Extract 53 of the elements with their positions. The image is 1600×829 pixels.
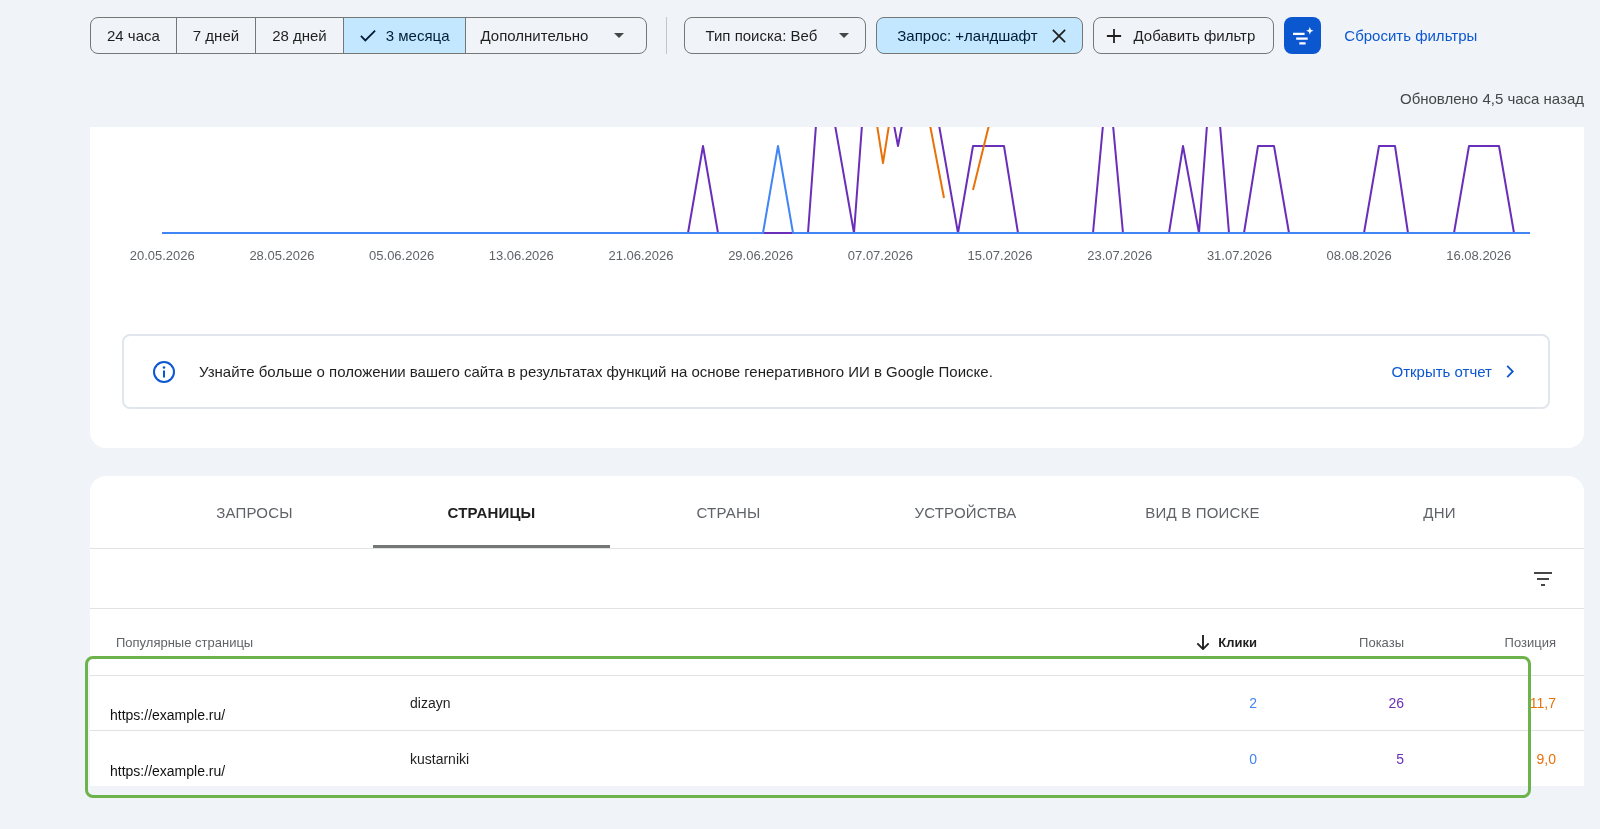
info-icon	[153, 360, 175, 383]
axis-date-label: 08.08.2026	[1325, 247, 1393, 265]
caret-down-icon	[839, 33, 850, 38]
table-cell-text: 5	[1395, 750, 1404, 767]
axis-date-label: 13.06.2026	[487, 247, 555, 265]
axis-date-label: 07.07.2026	[846, 247, 914, 265]
axis-date-label: 28.05.2026	[248, 247, 316, 265]
tab[interactable]: СТРАНИЦЫ	[373, 476, 610, 548]
updated-time-text: Обновлено 4,5 часа назад	[1400, 90, 1584, 108]
axis-date-label: 15.07.2026	[966, 247, 1034, 265]
period-option[interactable]: 3 месяца	[342, 18, 466, 53]
caret-down-icon	[614, 33, 625, 38]
tab[interactable]: ВИД В ПОИСКЕ	[1084, 476, 1321, 548]
sparkle-filter-button[interactable]	[1284, 17, 1322, 54]
table-cell-text: 26	[1387, 695, 1404, 711]
plus-icon	[1105, 27, 1122, 44]
period-option[interactable]: 24 часа	[91, 18, 176, 53]
tab[interactable]: ЗАПРОСЫ	[136, 476, 373, 548]
column-header[interactable]: Позиция	[1404, 634, 1556, 650]
period-option[interactable]: 28 дней	[255, 18, 343, 53]
column-header[interactable]: Показы	[1257, 634, 1404, 650]
table-cell-text: 0	[1248, 750, 1257, 767]
axis-date-label: 21.06.2026	[607, 247, 675, 265]
reset-filters-link[interactable]: Сбросить фильтры	[1344, 27, 1478, 44]
sparkle-filter-icon	[1291, 25, 1314, 46]
axis-date-label: 16.08.2026	[1445, 247, 1513, 265]
url-text: kustarniki	[410, 750, 470, 767]
add-filter-button[interactable]: Добавить фильтр	[1092, 17, 1275, 54]
tab[interactable]: УСТРОЙСТВА	[847, 476, 1084, 548]
arrow-down-icon	[1196, 634, 1211, 650]
tab[interactable]: ДНИ	[1321, 476, 1558, 548]
filter-icon[interactable]	[1533, 571, 1553, 586]
more-dropdown[interactable]: Дополнительно	[465, 18, 647, 53]
close-icon[interactable]	[1051, 28, 1066, 43]
banner-text: Узнайте больше о положении вашего сайта в результатах функций на основе генеративного ИИ в Google Поиске.	[199, 363, 994, 380]
chevron-right-icon	[1506, 365, 1514, 378]
table-cell-text: 2	[1248, 695, 1257, 711]
axis-date-label: 31.07.2026	[1205, 247, 1273, 265]
query-filter-chip[interactable]: Запрос: +ландшафт	[876, 17, 1083, 54]
search-type-dropdown[interactable]: Тип поиска: Веб	[684, 17, 867, 54]
table-cell-text: 11,7	[1528, 695, 1556, 711]
url-text: dizayn	[410, 695, 451, 711]
axis-date-label: 05.06.2026	[368, 247, 436, 265]
column-header[interactable]: Популярные страницы	[116, 634, 1107, 650]
open-report-link[interactable]: Открыть отчет	[1391, 363, 1514, 380]
column-header[interactable]: Клики	[1107, 634, 1257, 650]
check-icon	[359, 29, 376, 42]
table-cell-text: 9,0	[1535, 750, 1556, 767]
axis-date-label: 20.05.2026	[128, 247, 196, 265]
period-option[interactable]: 7 дней	[175, 18, 256, 53]
axis-date-label: 29.06.2026	[727, 247, 795, 265]
axis-date-label: 23.07.2026	[1086, 247, 1154, 265]
tab[interactable]: СТРАНЫ	[610, 476, 847, 548]
